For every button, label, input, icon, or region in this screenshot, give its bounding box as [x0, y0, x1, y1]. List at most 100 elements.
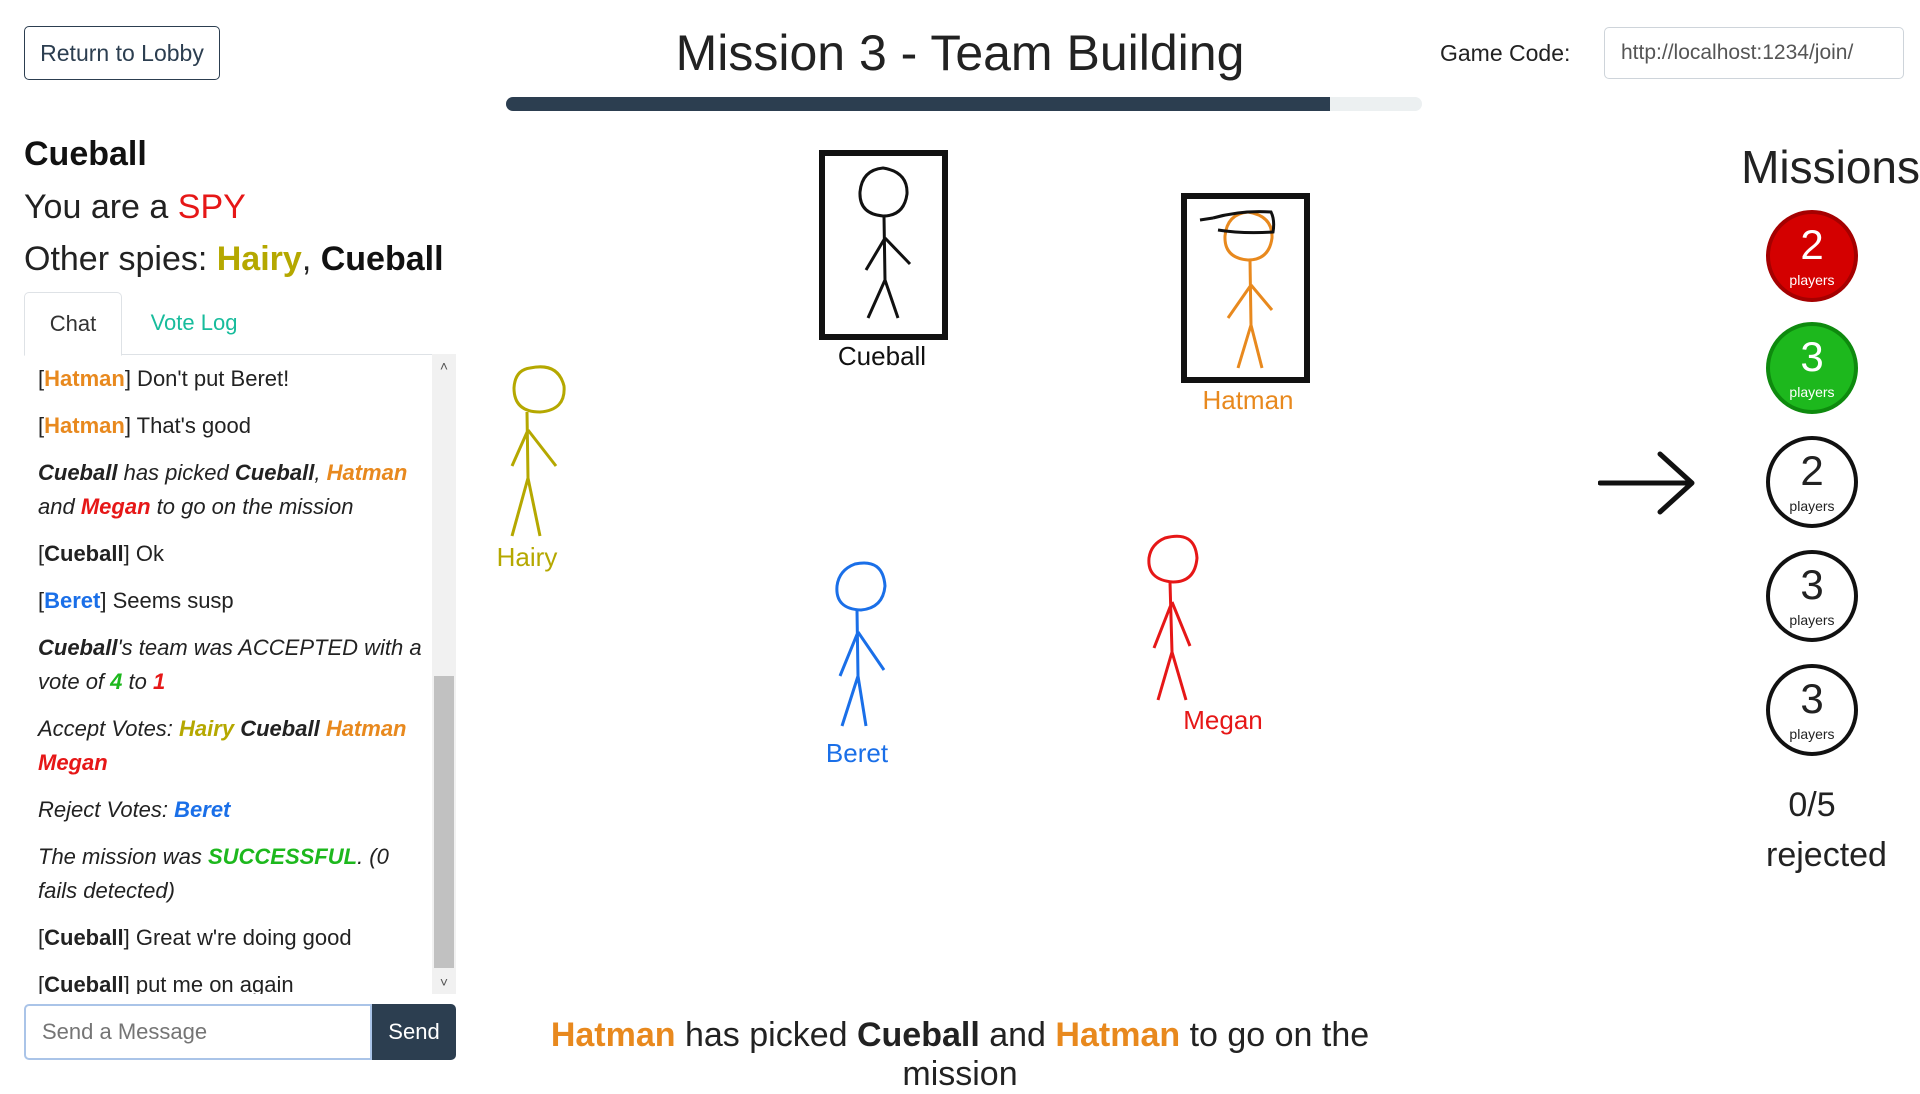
chat-message: [Cueball] Ok [38, 541, 164, 566]
role-badge: SPY [177, 188, 246, 226]
status-player: Hatman [1055, 1016, 1181, 1054]
progress-fill [506, 97, 1331, 111]
tab-vote-log[interactable]: Vote Log [134, 292, 254, 354]
chat-player: Megan [80, 494, 151, 519]
rejected-label: rejected [1766, 836, 1887, 874]
chat-text: to [122, 669, 153, 694]
rejected-count: 0/5 [1788, 786, 1836, 824]
chat-system-message: The mission was SUCCESSFUL. (0 fails det… [38, 840, 422, 908]
vote-count: 4 [110, 669, 123, 694]
chat-tabs: Chat Vote Log [24, 292, 456, 356]
chat-scrollbar[interactable]: ˄ ˅ [432, 354, 456, 994]
player-label: Hairy [496, 542, 558, 572]
mission-token-5: 3 players [1766, 664, 1858, 756]
chat-text: Seems susp [106, 588, 234, 613]
mission-token-1: 2 players [1766, 210, 1858, 302]
chat-text: Ok [129, 541, 164, 566]
role-prefix: You are a [24, 188, 178, 226]
page-title: Mission 3 - Team Building [675, 25, 1245, 81]
chat-author: Beret [44, 588, 101, 613]
chat-system-message: Reject Votes: Beret [38, 793, 422, 827]
status-player: Cueball [856, 1016, 980, 1054]
chat-text: to go on the mission [150, 494, 354, 519]
rejected-counter: 0/5 rejected [1766, 780, 1887, 880]
chat-text: The mission was [38, 844, 208, 869]
player-label: Cueball [837, 341, 927, 371]
chat-text: put me on again [129, 972, 294, 994]
game-code-label: Game Code: [1440, 40, 1571, 66]
chat-message: [Cueball] Great w're doing good [38, 925, 352, 950]
return-to-lobby-button[interactable]: Return to Lobby [24, 26, 220, 80]
chat-author: Hatman [44, 413, 125, 438]
chat-player: Cueball [240, 716, 320, 741]
status-message: Hatman has picked Cueball and Hatman to … [500, 1016, 1420, 1094]
mission-player-count: 3 [1800, 333, 1824, 380]
chat-author: Cueball [44, 925, 124, 950]
chevron-up-icon[interactable]: ˄ [432, 358, 456, 374]
chat-text: Accept Votes: [38, 716, 180, 741]
chat-author: Cueball [44, 972, 124, 994]
chat-text: Reject Votes: [38, 797, 175, 822]
chat-player: Cueball [234, 460, 315, 485]
status-player: Hatman [550, 1016, 676, 1054]
chat-text: Great w're doing good [129, 925, 352, 950]
mission-player-count: 2 [1800, 221, 1824, 268]
message-input[interactable] [24, 1004, 372, 1060]
tab-chat[interactable]: Chat [24, 292, 122, 356]
chat-text: Don't put Beret! [130, 366, 290, 391]
mission-player-count: 2 [1800, 447, 1824, 494]
player-megan[interactable] [1147, 534, 1199, 701]
scroll-thumb[interactable] [434, 676, 454, 968]
mission-result: SUCCESSFUL [207, 844, 358, 869]
chat-player: Megan [38, 750, 108, 775]
chat-message: [Hatman] Don't put Beret! [38, 366, 290, 391]
mission-player-label: players [1789, 612, 1835, 628]
chat-player: Cueball [38, 635, 118, 660]
chevron-down-icon[interactable]: ˅ [432, 974, 456, 990]
chat-player: Beret [174, 797, 231, 822]
mission-player-count: 3 [1800, 561, 1824, 608]
arrow-right-icon [1598, 451, 1695, 515]
spies-prefix: Other spies: [24, 240, 217, 278]
spy-name: Cueball [320, 240, 444, 278]
chat-text: , [314, 460, 327, 485]
chat-text: has picked [117, 460, 235, 485]
chat-author: Cueball [44, 541, 124, 566]
chat-message: [Hatman] That's good [38, 413, 251, 438]
chat-player: Hatman [326, 460, 408, 485]
mission-token-3: 2 players [1766, 436, 1858, 528]
other-spies-line: Other spies: Hairy, Cueball [24, 240, 444, 279]
player-beret[interactable] [835, 561, 887, 727]
status-text: has picked [675, 1016, 857, 1054]
chat-text: and [38, 494, 81, 519]
chat-player: Cueball [38, 460, 118, 485]
spy-separator: , [301, 240, 321, 278]
chat-message: [Beret] Seems susp [38, 588, 234, 613]
player-label: Megan [1183, 705, 1263, 735]
role-line: You are a SPY [24, 188, 246, 227]
game-code-field[interactable] [1604, 27, 1904, 79]
mission-progress-bar [506, 97, 1422, 111]
missions-title: Missions [1741, 141, 1920, 193]
status-text: and [979, 1016, 1056, 1054]
player-name: Cueball [24, 135, 147, 173]
mission-token-2: 3 players [1766, 322, 1858, 414]
mission-player-label: players [1789, 384, 1835, 400]
chat-player: Hatman [325, 716, 407, 741]
chat-log[interactable]: [Hatman] Don't put Beret! [Hatman] That'… [24, 354, 434, 994]
player-cueball[interactable] [819, 150, 948, 340]
chat-text: That's good [130, 413, 251, 438]
mission-token-4: 3 players [1766, 550, 1858, 642]
game-board [510, 150, 1310, 727]
mission-player-label: players [1789, 726, 1835, 742]
player-hatman[interactable] [1181, 193, 1310, 383]
spy-name: Hairy [216, 240, 302, 278]
player-label: Hatman [1202, 385, 1294, 415]
vote-count: 1 [152, 669, 166, 694]
send-button[interactable]: Send [372, 1004, 456, 1060]
player-hairy[interactable] [510, 365, 566, 537]
chat-system-message: Cueball's team was ACCEPTED with a vote … [38, 631, 422, 699]
chat-player: Hairy [179, 716, 235, 741]
mission-player-label: players [1789, 498, 1835, 514]
chat-message: [Cueball] put me on again [38, 968, 422, 994]
